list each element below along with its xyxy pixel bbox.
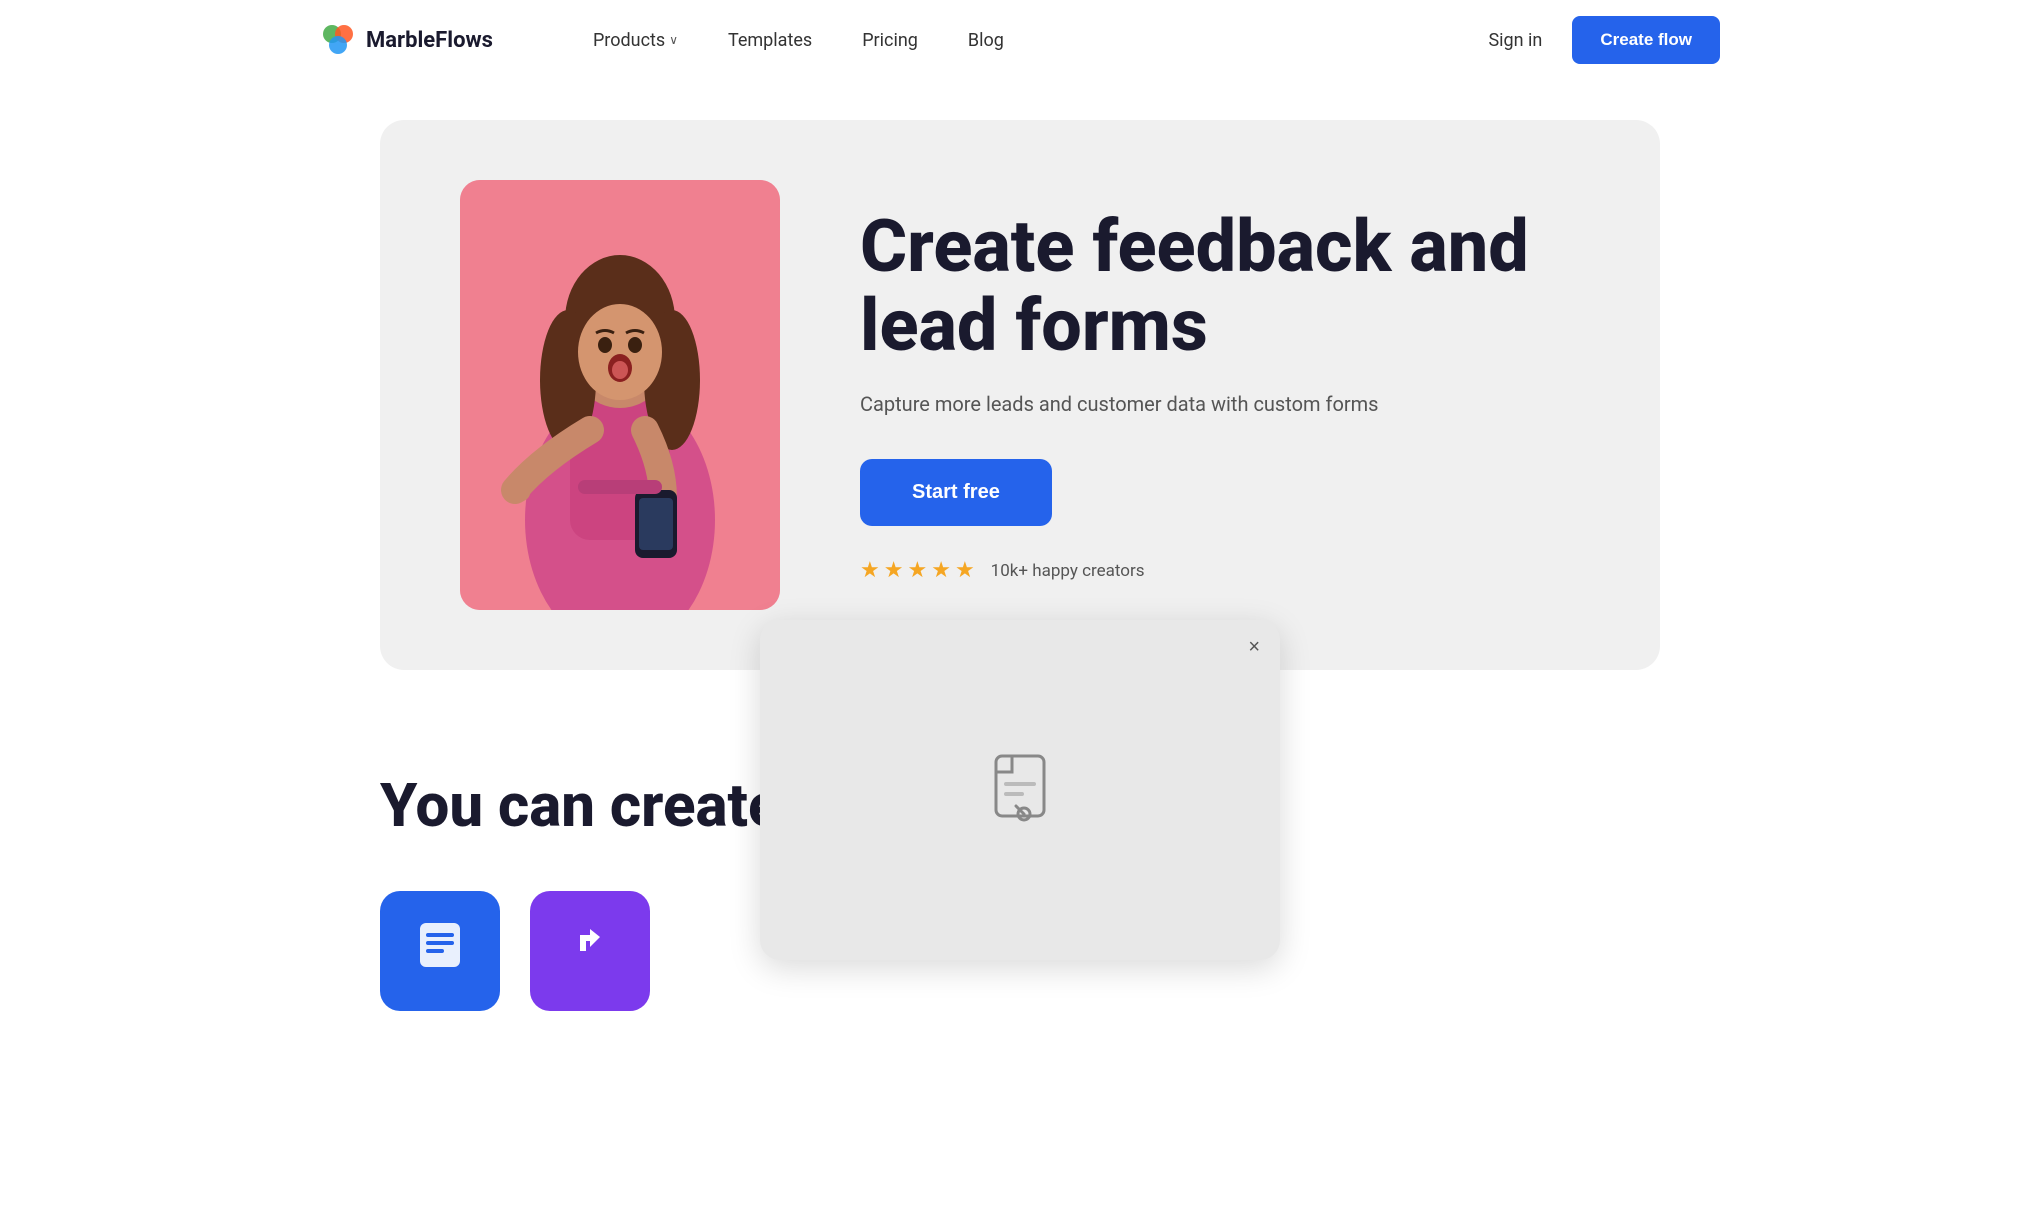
stars: ★ ★ ★ ★ ★ — [860, 558, 975, 583]
hero-title: Create feedback and lead forms — [860, 207, 1580, 365]
hero-image — [460, 180, 780, 610]
hero-card: Create feedback and lead forms Capture m… — [380, 120, 1660, 670]
star-3: ★ — [907, 558, 927, 583]
person-illustration — [460, 180, 780, 610]
chevron-down-icon: ∨ — [669, 33, 678, 47]
star-2: ★ — [884, 558, 904, 583]
nav-pricing[interactable]: Pricing — [862, 30, 918, 51]
hero-section: Create feedback and lead forms Capture m… — [320, 80, 1720, 710]
rating-row: ★ ★ ★ ★ ★ 10k+ happy creators — [860, 558, 1580, 583]
nav-actions: Sign in Create flow — [1488, 16, 1720, 64]
document-icon — [980, 748, 1060, 828]
feature-card-purple — [530, 891, 650, 1011]
navbar: MarbleFlows Products ∨ Templates Pricing… — [0, 0, 2040, 80]
logo-icon — [320, 22, 356, 58]
nav-products[interactable]: Products ∨ — [593, 30, 678, 51]
hero-subtitle: Capture more leads and customer data wit… — [860, 389, 1580, 419]
feature-card-blue — [380, 891, 500, 1011]
redirect-feature-icon — [562, 917, 618, 985]
nav-links: Products ∨ Templates Pricing Blog — [593, 30, 1429, 51]
modal-card: × — [760, 620, 1280, 960]
nav-templates[interactable]: Templates — [728, 30, 812, 51]
logo-text: MarbleFlows — [366, 28, 493, 53]
star-1: ★ — [860, 558, 880, 583]
modal-overlay: × — [760, 620, 1280, 960]
modal-close-button[interactable]: × — [1248, 636, 1260, 659]
star-4: ★ — [931, 558, 951, 583]
star-5: ★ — [955, 558, 975, 583]
form-feature-icon — [412, 917, 468, 985]
start-free-button[interactable]: Start free — [860, 459, 1052, 526]
logo[interactable]: MarbleFlows — [320, 22, 493, 58]
nav-blog[interactable]: Blog — [968, 30, 1004, 51]
modal-content-icon — [980, 748, 1060, 832]
rating-label: 10k+ happy creators — [991, 561, 1145, 581]
create-flow-button[interactable]: Create flow — [1572, 16, 1720, 64]
sign-in-link[interactable]: Sign in — [1488, 30, 1542, 51]
hero-content: Create feedback and lead forms Capture m… — [860, 207, 1580, 583]
